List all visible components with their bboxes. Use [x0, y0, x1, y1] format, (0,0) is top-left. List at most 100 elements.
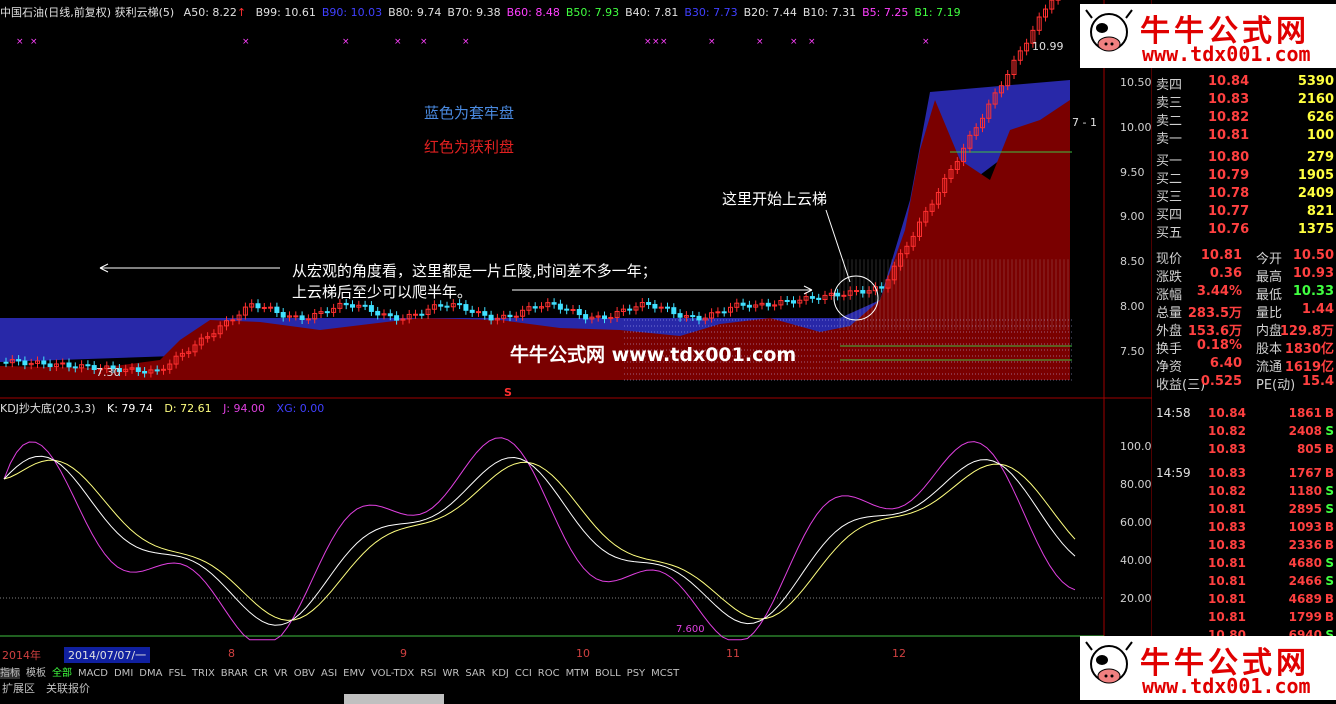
- candle-body: [255, 303, 261, 309]
- tick-price: 10.83: [1208, 538, 1246, 552]
- x-marker: ×: [756, 37, 764, 47]
- candle-body: [280, 312, 286, 318]
- indicator-tab[interactable]: MCST: [651, 668, 679, 679]
- x-axis-year: 2014年: [2, 649, 41, 662]
- tick-side: B: [1324, 406, 1334, 420]
- price-axis-label: 9.50: [1120, 165, 1145, 179]
- chart-canvas[interactable]: × × × × × × × × × × × × × × ×: [0, 0, 1152, 664]
- order-volume: 5390: [1297, 74, 1334, 89]
- indicator-tab[interactable]: VOL-TDX: [371, 668, 414, 679]
- quote-value: 10.81: [1200, 248, 1242, 263]
- tick-time: 14:58: [1156, 406, 1191, 420]
- candle-body: [413, 313, 418, 316]
- quote-row: 净资 6.40 流通 1619亿: [1152, 356, 1336, 375]
- indicator-tab[interactable]: OBV: [294, 668, 315, 679]
- tick-row: 14:59 10.83 1767 B: [1152, 466, 1336, 484]
- header-value: B70: 9.38: [447, 6, 501, 19]
- indicator-tab[interactable]: RSI: [420, 668, 436, 679]
- kdj-xg: XG: 0.00: [276, 402, 325, 415]
- order-row[interactable]: 卖四 10.84 5390: [1152, 74, 1336, 93]
- candle-body: [16, 359, 22, 362]
- order-row[interactable]: 卖三 10.83 2160: [1152, 92, 1336, 111]
- quote-label: 股本: [1256, 342, 1283, 357]
- order-price: 10.78: [1208, 186, 1250, 201]
- candle-body: [564, 308, 570, 311]
- candle-body: [463, 304, 469, 311]
- header-value: B50: 7.93: [565, 6, 620, 19]
- indicator-tab[interactable]: 全部: [52, 668, 72, 679]
- expand-area-button[interactable]: 扩展区: [2, 680, 35, 696]
- tick-time: 14:59: [1156, 466, 1191, 480]
- s-marker: S: [504, 386, 512, 399]
- candle-body: [47, 363, 53, 368]
- indicator-tab[interactable]: CCI: [515, 668, 532, 679]
- tick-price: 10.82: [1208, 484, 1246, 498]
- indicator-tab[interactable]: 指标: [0, 668, 20, 679]
- order-row[interactable]: 买一 10.80 279: [1152, 150, 1336, 169]
- related-quote-button[interactable]: 关联报价: [46, 680, 90, 696]
- indicator-tab[interactable]: ASI: [321, 668, 337, 679]
- order-row[interactable]: 卖二 10.82 626: [1152, 110, 1336, 129]
- candle-body: [602, 315, 607, 320]
- indicator-tab[interactable]: FSL: [168, 668, 186, 679]
- taskbar-strip: [344, 694, 444, 704]
- indicator-tab[interactable]: EMV: [343, 668, 365, 679]
- logo-url: www.tdx001.com: [1142, 42, 1311, 66]
- indicator-tab[interactable]: KDJ: [492, 668, 509, 679]
- indicator-tab[interactable]: PSY: [627, 668, 646, 679]
- candle-body: [3, 361, 9, 364]
- indicator-tab[interactable]: VR: [274, 668, 288, 679]
- order-row[interactable]: 买二 10.79 1905: [1152, 168, 1336, 187]
- indicator-tab[interactable]: MTM: [566, 668, 589, 679]
- indicator-tab[interactable]: WR: [442, 668, 459, 679]
- indicator-tab[interactable]: BOLL: [595, 668, 621, 679]
- indicator-tab[interactable]: TRIX: [192, 668, 215, 679]
- x-axis-month: 10: [576, 647, 590, 660]
- x-axis-month: 12: [892, 647, 906, 660]
- tick-row: 10.81 4680 S: [1152, 556, 1336, 574]
- x-axis-date[interactable]: 2014/07/07/一: [64, 647, 151, 663]
- quote-value: 1.44: [1301, 302, 1334, 317]
- order-row[interactable]: 买三 10.78 2409: [1152, 186, 1336, 205]
- x-axis-month: 8: [228, 647, 235, 660]
- quote-value: 10.50: [1292, 248, 1334, 263]
- indicator-tab[interactable]: SAR: [465, 668, 485, 679]
- order-label: 买五: [1156, 226, 1183, 241]
- tick-volume: 2336: [1288, 538, 1322, 552]
- x-marker: ×: [808, 37, 816, 47]
- chart-area[interactable]: × × × × × × × × × × × × × × × 中国石油(日线,前复权) 获利云梯(5) A50…: [0, 0, 1152, 664]
- quote-label: 涨跌: [1156, 270, 1183, 285]
- quote-label: 最低: [1256, 288, 1283, 303]
- candle-body: [387, 313, 393, 317]
- price-axis-label: 10.00: [1120, 120, 1152, 134]
- x-marker: ×: [644, 37, 652, 47]
- candle-body: [343, 302, 349, 306]
- x-axis-month: 11: [726, 647, 740, 660]
- indicator-tab[interactable]: CR: [254, 668, 268, 679]
- candle-body: [652, 303, 658, 309]
- candle-body: [627, 308, 633, 311]
- tick-side: S: [1325, 484, 1334, 498]
- candle-body: [375, 310, 381, 316]
- indicator-tab[interactable]: MACD: [78, 668, 108, 679]
- tick-row: 10.83 2336 B: [1152, 538, 1336, 556]
- kdj-j: J: 94.00: [223, 402, 266, 415]
- indicator-tab[interactable]: 模板: [26, 668, 46, 679]
- quote-value: 129.8万: [1279, 324, 1334, 339]
- indicator-tab[interactable]: ROC: [538, 668, 560, 679]
- x-marker: ×: [16, 37, 24, 47]
- a50-value: A50: 8.22: [183, 6, 237, 19]
- order-row[interactable]: 买五 10.76 1375: [1152, 222, 1336, 241]
- candle-body: [444, 305, 450, 308]
- order-row[interactable]: 买四 10.77 821: [1152, 204, 1336, 223]
- quote-label: 现价: [1156, 252, 1183, 267]
- indicator-tab[interactable]: BRAR: [221, 668, 248, 679]
- tick-price: 10.81: [1208, 502, 1246, 516]
- candle-body: [394, 315, 400, 321]
- indicator-tab[interactable]: DMI: [114, 668, 133, 679]
- header-value: B99: 10.61: [255, 6, 316, 19]
- order-row[interactable]: 卖一 10.81 100: [1152, 128, 1336, 147]
- indicator-tab[interactable]: DMA: [139, 668, 162, 679]
- candle-body: [532, 306, 538, 309]
- order-volume: 279: [1306, 150, 1334, 165]
